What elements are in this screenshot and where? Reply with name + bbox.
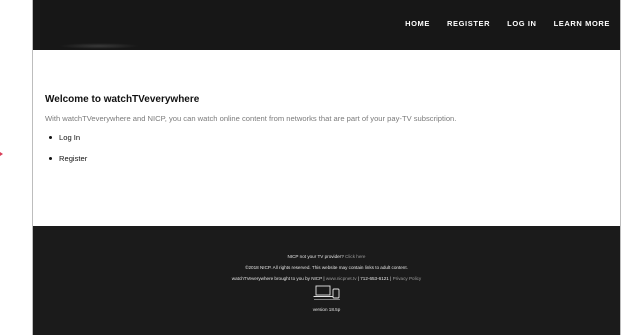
devices-icon: [313, 285, 340, 300]
main-content: Welcome to watchTVeverywhere With watchT…: [45, 94, 605, 175]
provider-line: NICP not your TV provider? Click here: [33, 254, 620, 259]
privacy-policy-link[interactable]: Privacy Policy: [393, 276, 422, 281]
footer: NICP not your TV provider? Click here ©2…: [33, 226, 620, 335]
login-link[interactable]: Log In: [45, 133, 605, 142]
brought-by-text: watchTVeverywhere brought to you by NICP: [231, 276, 323, 281]
nav-learn-more-link[interactable]: LEARN MORE: [554, 19, 610, 28]
register-link[interactable]: Register: [45, 154, 605, 163]
main-nav: HOME REGISTER LOG IN LEARN MORE: [405, 19, 610, 28]
nav-register-link[interactable]: REGISTER: [447, 19, 490, 28]
provider-text: NICP not your TV provider?: [287, 254, 344, 259]
side-marker: [0, 152, 3, 156]
page-frame: HOME REGISTER LOG IN LEARN MORE Welcome …: [32, 0, 621, 335]
page-title: Welcome to watchTVeverywhere: [45, 94, 200, 105]
nav-home-link[interactable]: HOME: [405, 19, 430, 28]
intro-text: With watchTVeverywhere and NICP, you can…: [45, 114, 457, 123]
phone-text: 712-653-6121: [360, 276, 389, 281]
version-text: version 18.5p: [312, 307, 341, 312]
action-list: Log In Register: [45, 133, 605, 163]
provider-click-here-link[interactable]: Click here: [345, 254, 365, 259]
copyright-text: ©2018 NICP. All rights reserved. This we…: [245, 265, 408, 270]
logo-placeholder: [59, 43, 139, 49]
top-navbar: HOME REGISTER LOG IN LEARN MORE: [33, 0, 620, 50]
nav-login-link[interactable]: LOG IN: [507, 19, 536, 28]
credits-line: watchTVeverywhere brought to you by NICP…: [33, 276, 620, 281]
website-link[interactable]: www.nicpnet.tv: [326, 276, 357, 281]
